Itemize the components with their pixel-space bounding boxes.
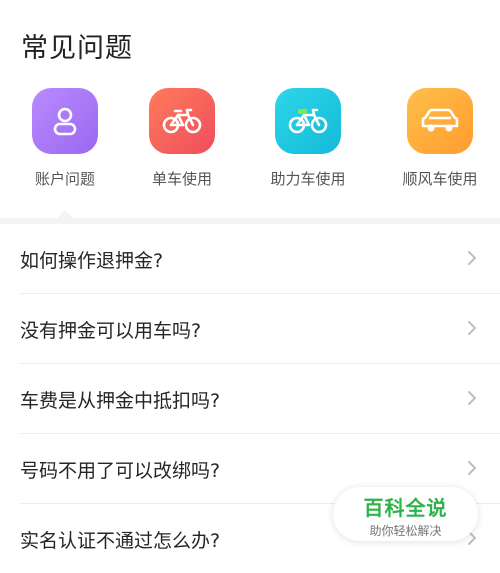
chevron-right-icon [468,251,477,265]
category-label: 助力车使用 [270,170,346,188]
faq-item[interactable]: 车费是从押金中抵扣吗? [20,364,500,434]
category-ebike[interactable]: 助力车使用 [253,88,363,198]
page-title: 常见问题 [21,33,133,64]
chevron-right-icon [468,321,477,335]
category-label: 顺风车使用 [402,170,478,188]
category-label: 账户问题 [34,170,95,188]
faq-item[interactable]: 没有押金可以用车吗? [20,294,500,364]
car-icon [407,88,473,154]
watermark-badge: 百科全说 助你轻松解决 [333,487,478,541]
category-carpool[interactable]: 顺风车使用 [385,88,495,198]
bicycle-icon [149,88,215,154]
selected-category-pointer [57,210,73,218]
ebike-icon [275,88,341,154]
category-bicycle[interactable]: 单车使用 [127,88,237,198]
faq-question: 实名认证不通过怎么办? [20,530,221,552]
faq-question: 号码不用了可以改绑吗? [20,460,221,482]
chevron-right-icon [468,391,477,405]
faq-header-panel: 常见问题 账户问题 单车使用 助力车使用 顺风车使用 [0,0,500,218]
faq-question: 车费是从押金中抵扣吗? [20,390,221,412]
faq-question: 没有押金可以用车吗? [20,320,202,342]
watermark-subtitle: 助你轻松解决 [369,524,442,538]
category-label: 单车使用 [151,170,212,188]
faq-question: 如何操作退押金? [20,250,164,272]
faq-item[interactable]: 如何操作退押金? [20,224,500,294]
user-icon [32,88,98,154]
chevron-right-icon [468,461,477,475]
category-account[interactable]: 账户问题 [10,88,120,198]
watermark-title: 百科全说 [363,496,448,520]
